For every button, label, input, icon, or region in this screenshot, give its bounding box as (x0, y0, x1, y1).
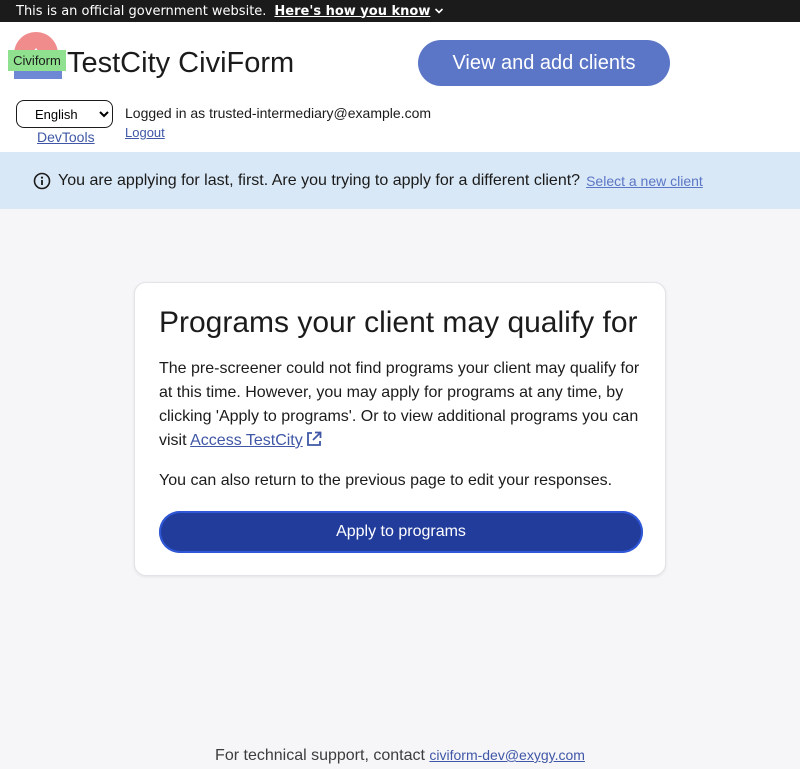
site-title[interactable]: TestCity CiviForm (67, 47, 294, 80)
view-clients-button[interactable]: View and add clients (418, 40, 670, 86)
support-email-link[interactable]: civiform-dev@exygy.com (429, 747, 585, 763)
programs-card: Programs your client may qualify for The… (134, 282, 666, 576)
logout-link[interactable]: Logout (125, 125, 165, 140)
apply-to-programs-button[interactable]: Apply to programs (159, 511, 643, 553)
info-icon (33, 172, 51, 189)
how-you-know-toggle[interactable]: Here's how you know (274, 4, 444, 19)
chevron-down-icon (435, 8, 444, 14)
logo-icon: Civiform (8, 32, 66, 79)
access-testcity-link[interactable]: Access TestCity (190, 431, 323, 449)
how-you-know-label: Here's how you know (274, 3, 431, 19)
client-alert-message: You are applying for last, first. Are yo… (58, 171, 581, 189)
devtools-link[interactable]: DevTools (37, 129, 95, 145)
edit-responses-text: You can also return to the previous page… (159, 472, 613, 489)
logged-in-text: Logged in as trusted-intermediary@exampl… (125, 105, 432, 121)
access-testcity-label: Access TestCity (190, 432, 303, 449)
client-alert: You are applying for last, first. Are yo… (0, 152, 800, 209)
select-new-client-link[interactable]: Select a new client (586, 173, 703, 189)
card-description: The pre-screener could not find programs… (159, 357, 641, 453)
support-text: For technical support, contact (215, 747, 425, 764)
gov-banner-text: This is an official government website. (16, 3, 267, 19)
footer: For technical support, contact civiform-… (0, 747, 800, 765)
gov-banner: This is an official government website. … (0, 0, 800, 22)
language-select[interactable]: English (16, 100, 113, 128)
site-header: Civiform TestCity CiviForm View and add … (0, 22, 800, 152)
external-link-icon (306, 431, 322, 446)
card-title: Programs your client may qualify for (159, 306, 638, 339)
civiform-logo[interactable]: Civiform (8, 30, 66, 82)
logo-text: Civiform (13, 53, 61, 68)
